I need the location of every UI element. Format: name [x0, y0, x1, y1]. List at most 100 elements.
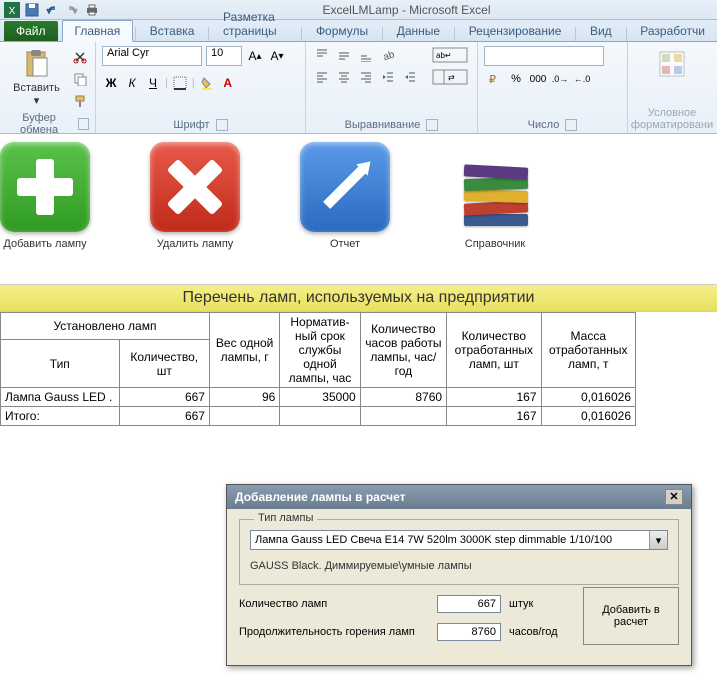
- svg-text:X: X: [9, 6, 16, 17]
- group-styles-label: Условное: [648, 107, 697, 119]
- tab-home[interactable]: Главная: [62, 20, 134, 42]
- titlebar: X ExcelLMLamp - Microsoft Excel: [0, 0, 717, 20]
- increase-decimal-icon[interactable]: .0→: [550, 70, 570, 88]
- save-icon[interactable]: [24, 2, 40, 18]
- percent-icon[interactable]: %: [506, 70, 526, 88]
- undo-icon[interactable]: [44, 2, 60, 18]
- table-row-total[interactable]: Итого: 667 167 0,016026: [1, 407, 636, 426]
- alignment-launcher[interactable]: [426, 119, 438, 131]
- add-lamp-dialog: Добавление лампы в расчет ✕ Тип лампы Ла…: [226, 484, 692, 666]
- cut-icon[interactable]: [71, 48, 89, 66]
- excel-icon: X: [4, 2, 20, 18]
- align-top-icon[interactable]: [312, 46, 332, 64]
- tab-formulas[interactable]: Формулы: [304, 21, 380, 41]
- group-font-label: Шрифт: [173, 119, 209, 131]
- tab-data[interactable]: Данные: [385, 21, 452, 41]
- add-lamp-label: Добавить лампу: [3, 238, 86, 250]
- window-title: ExcelLMLamp - Microsoft Excel: [100, 3, 713, 17]
- conditional-formatting-button[interactable]: [652, 46, 692, 82]
- align-middle-icon[interactable]: [334, 46, 354, 64]
- duration-input[interactable]: [437, 623, 501, 641]
- align-bottom-icon[interactable]: [356, 46, 376, 64]
- orientation-icon[interactable]: ab: [378, 46, 398, 64]
- hdr-norm: Норматив-ный срок службы одной лампы, ча…: [280, 313, 360, 388]
- lamp-type-legend: Тип лампы: [254, 512, 317, 524]
- font-size-select[interactable]: 10: [206, 46, 242, 66]
- add-to-calc-button[interactable]: Добавить в расчет: [583, 587, 679, 645]
- increase-indent-icon[interactable]: [400, 68, 420, 86]
- border-icon[interactable]: [171, 74, 189, 92]
- decrease-indent-icon[interactable]: [378, 68, 398, 86]
- qty-input[interactable]: [437, 595, 501, 613]
- quick-access-toolbar: X: [4, 2, 100, 18]
- group-alignment-label: Выравнивание: [345, 119, 421, 131]
- table-row[interactable]: Лампа Gauss LED . 667 96 35000 8760 167 …: [1, 388, 636, 407]
- delete-lamp-label: Удалить лампу: [157, 238, 234, 250]
- group-clipboard-label: Буфер обмена: [6, 112, 72, 136]
- paste-label: Вставить: [13, 82, 60, 94]
- wrap-text-icon[interactable]: ab↵: [430, 46, 470, 64]
- lamp-type-combo[interactable]: Лампа Gauss LED Свеча E14 7W 520lm 3000K…: [250, 530, 668, 550]
- clipboard-launcher[interactable]: [78, 118, 89, 130]
- delete-lamp-button[interactable]: [150, 142, 240, 232]
- report-button[interactable]: [300, 142, 390, 232]
- dialog-title: Добавление лампы в расчет: [235, 490, 406, 504]
- close-icon[interactable]: ✕: [665, 489, 683, 505]
- hdr-qty: Количество, шт: [119, 340, 209, 388]
- shrink-font-icon[interactable]: A▾: [268, 47, 286, 65]
- redo-icon[interactable]: [64, 2, 80, 18]
- number-launcher[interactable]: [565, 119, 577, 131]
- paste-button[interactable]: Вставить ▾: [6, 46, 67, 109]
- report-label: Отчет: [330, 238, 360, 250]
- italic-button[interactable]: К: [123, 74, 141, 92]
- lamp-subtype-text: GAUSS Black. Диммируемые\умные лампы: [250, 560, 668, 572]
- hdr-worked: Количество отработанных ламп, шт: [447, 313, 541, 388]
- hdr-type: Тип: [1, 340, 120, 388]
- hdr-hours: Количество часов работы лампы, час/год: [360, 313, 446, 388]
- font-name-select[interactable]: Arial Cyr: [102, 46, 202, 66]
- svg-text:ab↵: ab↵: [436, 51, 452, 60]
- print-icon[interactable]: [84, 2, 100, 18]
- decrease-decimal-icon[interactable]: ←.0: [572, 70, 592, 88]
- tab-file[interactable]: Файл: [4, 21, 58, 41]
- svg-text:⇄: ⇄: [448, 73, 455, 82]
- number-format-select[interactable]: [484, 46, 604, 66]
- tab-developer[interactable]: Разработчи: [628, 21, 717, 41]
- tab-review[interactable]: Рецензирование: [457, 21, 574, 41]
- font-color-icon[interactable]: A: [219, 74, 237, 92]
- qty-unit: штук: [509, 598, 579, 610]
- reference-button[interactable]: [450, 142, 540, 232]
- grow-font-icon[interactable]: A▴: [246, 47, 264, 65]
- duration-label: Продолжительность горения ламп: [239, 626, 429, 638]
- copy-icon[interactable]: [71, 70, 89, 88]
- bold-button[interactable]: Ж: [102, 74, 120, 92]
- merge-center-icon[interactable]: ⇄: [430, 68, 470, 86]
- lamp-table: Установлено ламп Вес одной лампы, г Норм…: [0, 312, 636, 426]
- hdr-mass: Масса отработанных ламп, т: [541, 313, 635, 388]
- comma-icon[interactable]: 000: [528, 70, 548, 88]
- fill-color-icon[interactable]: [198, 74, 216, 92]
- svg-text:ab: ab: [382, 49, 395, 62]
- ribbon-tabs: Файл Главная Вставка Разметка страницы Ф…: [0, 20, 717, 42]
- svg-text:₽: ₽: [489, 74, 496, 86]
- chevron-down-icon[interactable]: ▾: [649, 531, 667, 549]
- underline-button[interactable]: Ч: [144, 74, 162, 92]
- align-center-icon[interactable]: [334, 68, 354, 86]
- custom-toolbar: Добавить лампу Удалить лампу Отчет Справ…: [0, 134, 717, 284]
- reference-label: Справочник: [465, 238, 526, 250]
- ribbon: Вставить ▾ Буфер обмена Arial Cyr 10 A▴ …: [0, 42, 717, 134]
- tab-view[interactable]: Вид: [578, 21, 624, 41]
- add-lamp-button[interactable]: [0, 142, 90, 232]
- font-launcher[interactable]: [216, 119, 228, 131]
- qty-label: Количество ламп: [239, 598, 429, 610]
- sheet-header: Перечень ламп, используемых на предприят…: [0, 284, 717, 312]
- group-number-label: Число: [528, 119, 560, 131]
- align-left-icon[interactable]: [312, 68, 332, 86]
- align-right-icon[interactable]: [356, 68, 376, 86]
- hdr-weight: Вес одной лампы, г: [209, 313, 279, 388]
- format-painter-icon[interactable]: [71, 92, 89, 110]
- tab-page-layout[interactable]: Разметка страницы: [211, 7, 299, 41]
- currency-icon[interactable]: ₽: [484, 70, 504, 88]
- duration-unit: часов/год: [509, 626, 579, 638]
- tab-insert[interactable]: Вставка: [138, 21, 207, 41]
